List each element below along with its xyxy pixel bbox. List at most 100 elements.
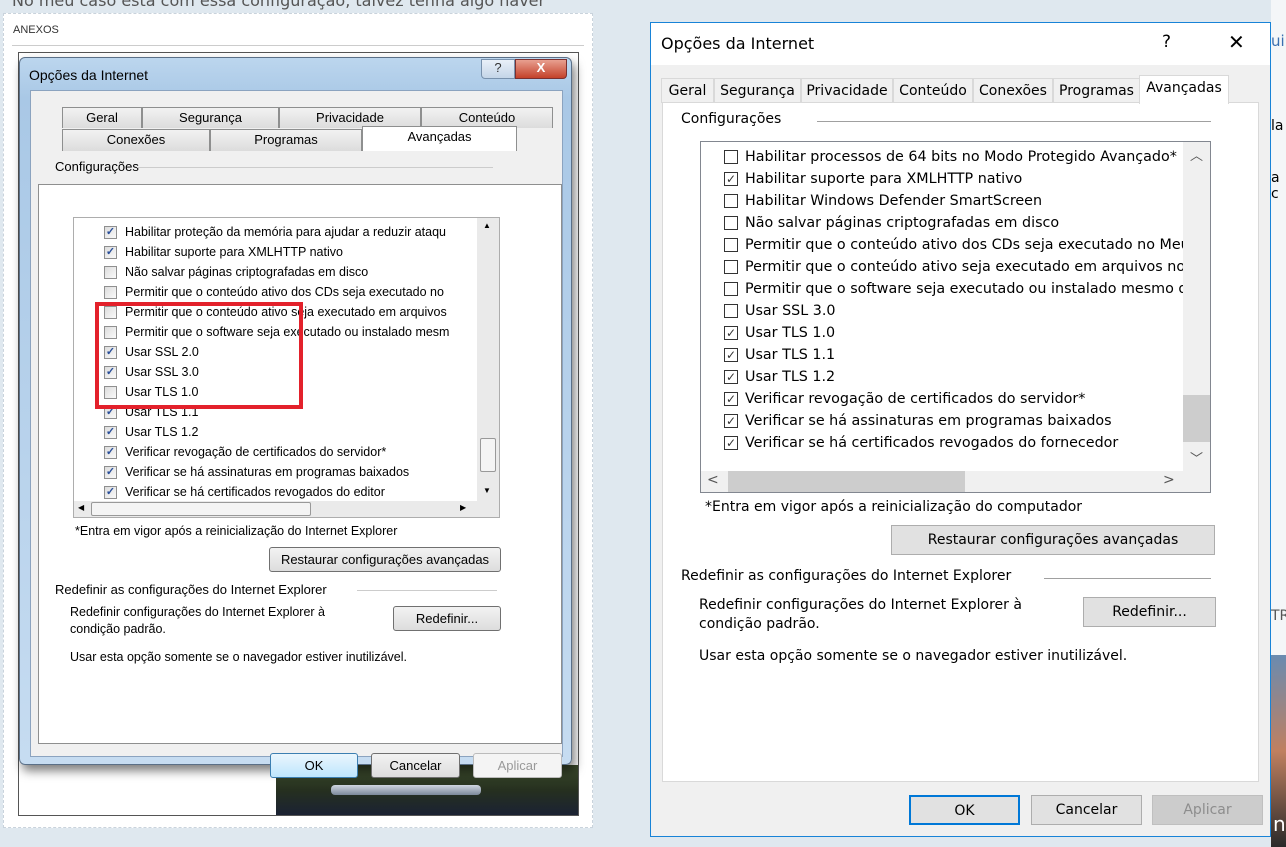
checkbox-checked[interactable]: ✓	[104, 425, 117, 439]
setting-item[interactable]: ✓ Verificar se há certificados revogados …	[724, 432, 1118, 454]
tab-conteudo[interactable]: Conteúdo	[893, 78, 973, 103]
setting-item[interactable]: ✓ Verificar se há assinaturas em programa…	[104, 462, 409, 482]
tab-geral[interactable]: Geral	[62, 107, 142, 128]
setting-item[interactable]: ✓ Verificar se há certificados revogados …	[104, 482, 385, 502]
setting-item[interactable]: ✓ Verificar revogação de certificados do …	[104, 442, 386, 462]
scrollbar-thumb[interactable]	[1183, 395, 1210, 442]
scroll-right-icon[interactable]: ▶	[460, 503, 466, 512]
reset-button[interactable]: Redefinir...	[393, 606, 501, 631]
setting-label: Verificar revogação de certificados do s…	[745, 391, 1086, 407]
reset-note: Usar esta opção somente se o navegador e…	[699, 648, 1128, 664]
reset-text-line2: condição padrão.	[699, 616, 820, 632]
divider	[12, 45, 584, 46]
checkbox-unchecked[interactable]	[724, 282, 738, 296]
tab-seguranca[interactable]: Segurança	[142, 107, 279, 128]
settings-list[interactable]: Habilitar processos de 64 bits no Modo P…	[700, 141, 1211, 493]
checkbox-checked[interactable]: ✓	[724, 414, 738, 428]
dialog-client: Geral Segurança Privacidade Conteúdo Con…	[30, 90, 563, 778]
checkbox-checked[interactable]: ✓	[104, 465, 117, 479]
scroll-right-icon[interactable]: >	[1163, 472, 1175, 488]
checkbox-checked[interactable]: ✓	[724, 348, 738, 362]
tab-avancadas[interactable]: Avançadas	[362, 126, 517, 151]
scroll-up-icon[interactable]: ︿	[1190, 145, 1203, 164]
setting-item[interactable]: ✓ Habilitar suporte para XMLHTTP nativo	[724, 168, 1022, 190]
horizontal-scrollbar[interactable]: ◀ ▶	[74, 501, 499, 517]
checkbox-checked[interactable]: ✓	[724, 436, 738, 450]
checkbox-checked[interactable]: ✓	[104, 225, 117, 239]
checkbox-unchecked[interactable]	[724, 216, 738, 230]
checkbox-checked[interactable]: ✓	[724, 326, 738, 340]
checkbox-checked[interactable]: ✓	[104, 445, 117, 459]
checkbox-checked[interactable]: ✓	[724, 172, 738, 186]
reset-button[interactable]: Redefinir...	[1083, 597, 1216, 627]
tab-programas[interactable]: Programas	[210, 129, 362, 151]
background-page-edge: ui la a c TR n	[1271, 0, 1286, 847]
setting-item[interactable]: ✓ Habilitar proteção da memória para ajud…	[104, 222, 446, 242]
tab-privacidade[interactable]: Privacidade	[279, 107, 421, 128]
setting-item[interactable]: ✓ Verificar revogação de certificados do …	[724, 388, 1085, 410]
checkbox-checked[interactable]: ✓	[724, 370, 738, 384]
setting-item[interactable]: Habilitar processos de 64 bits no Modo P…	[724, 146, 1177, 168]
scroll-up-icon[interactable]: ▲	[483, 221, 491, 230]
scrollbar-thumb[interactable]	[480, 438, 496, 472]
post-text: No meu caso está com essa configuração, …	[12, 0, 546, 10]
setting-item[interactable]: Permitir que o conteúdo ativo seja execu…	[724, 256, 1185, 278]
checkbox-unchecked[interactable]	[724, 304, 738, 318]
setting-item[interactable]: ✓ Usar TLS 1.2	[724, 366, 835, 388]
checkbox-unchecked[interactable]	[104, 285, 117, 299]
ok-button[interactable]: OK	[270, 753, 358, 778]
scroll-left-icon[interactable]: ◀	[78, 503, 84, 512]
checkbox-checked[interactable]: ✓	[104, 485, 117, 499]
setting-item[interactable]: ✓ Habilitar suporte para XMLHTTP nativo	[104, 242, 343, 262]
ok-button[interactable]: OK	[909, 795, 1020, 825]
cancel-button[interactable]: Cancelar	[371, 753, 460, 778]
checkbox-unchecked[interactable]	[724, 194, 738, 208]
checkbox-unchecked[interactable]	[724, 150, 738, 164]
close-button[interactable]: X	[515, 59, 567, 79]
setting-item[interactable]: Permitir que o conteúdo ativo dos CDs se…	[104, 282, 444, 302]
help-button[interactable]: ?	[1162, 32, 1171, 52]
checkbox-unchecked[interactable]	[724, 238, 738, 252]
divider	[1044, 578, 1211, 579]
help-button[interactable]: ?	[481, 59, 515, 79]
restore-advanced-button[interactable]: Restaurar configurações avançadas	[891, 525, 1215, 555]
tab-programas[interactable]: Programas	[1053, 78, 1140, 103]
divider	[817, 121, 1211, 122]
close-button[interactable]: ✕	[1228, 30, 1245, 54]
scrollbar-thumb[interactable]	[728, 471, 965, 492]
apply-button[interactable]: Aplicar	[473, 753, 562, 778]
scroll-down-icon[interactable]: ﹀	[1190, 448, 1203, 467]
setting-item[interactable]: ✓ Usar TLS 1.2	[104, 422, 198, 442]
tab-avancadas[interactable]: Avançadas	[1139, 75, 1229, 104]
vertical-scrollbar[interactable]: ▲ ▼	[477, 218, 499, 501]
setting-item[interactable]: Permitir que o software seja executado o…	[724, 278, 1187, 300]
checkbox-checked[interactable]: ✓	[104, 245, 117, 259]
setting-item[interactable]: Usar SSL 3.0	[724, 300, 836, 322]
scrollbar-thumb[interactable]	[91, 502, 311, 516]
tab-conexoes[interactable]: Conexões	[973, 78, 1053, 103]
tab-conexoes[interactable]: Conexões	[62, 129, 210, 151]
setting-item[interactable]: ✓ Usar TLS 1.0	[724, 322, 835, 344]
restore-advanced-button[interactable]: Restaurar configurações avançadas	[269, 547, 501, 572]
setting-item[interactable]: Não salvar páginas criptografadas em dis…	[724, 212, 1059, 234]
setting-item[interactable]: Não salvar páginas criptografadas em dis…	[104, 262, 368, 282]
apply-button[interactable]: Aplicar	[1152, 795, 1263, 825]
reset-text-line2: condição padrão.	[70, 622, 166, 636]
checkbox-checked[interactable]: ✓	[724, 392, 738, 406]
scroll-left-icon[interactable]: <	[707, 472, 719, 488]
horizontal-scrollbar[interactable]: < >	[701, 471, 1210, 492]
setting-item[interactable]: Habilitar Windows Defender SmartScreen	[724, 190, 1042, 212]
checkbox-unchecked[interactable]	[724, 260, 738, 274]
tab-privacidade[interactable]: Privacidade	[801, 78, 893, 103]
scroll-down-icon[interactable]: ▼	[483, 486, 491, 495]
setting-item[interactable]: Permitir que o conteúdo ativo dos CDs se…	[724, 234, 1190, 256]
cancel-button[interactable]: Cancelar	[1031, 795, 1142, 825]
setting-item[interactable]: ✓ Usar TLS 1.1	[724, 344, 835, 366]
tab-conteudo[interactable]: Conteúdo	[421, 107, 553, 128]
tab-geral[interactable]: Geral	[661, 78, 714, 103]
setting-label: Usar TLS 1.0	[745, 325, 836, 341]
checkbox-unchecked[interactable]	[104, 265, 117, 279]
setting-item[interactable]: ✓ Verificar se há assinaturas em programa…	[724, 410, 1112, 432]
vertical-scrollbar[interactable]: ︿ ﹀	[1183, 142, 1210, 471]
tab-seguranca[interactable]: Segurança	[714, 78, 801, 103]
